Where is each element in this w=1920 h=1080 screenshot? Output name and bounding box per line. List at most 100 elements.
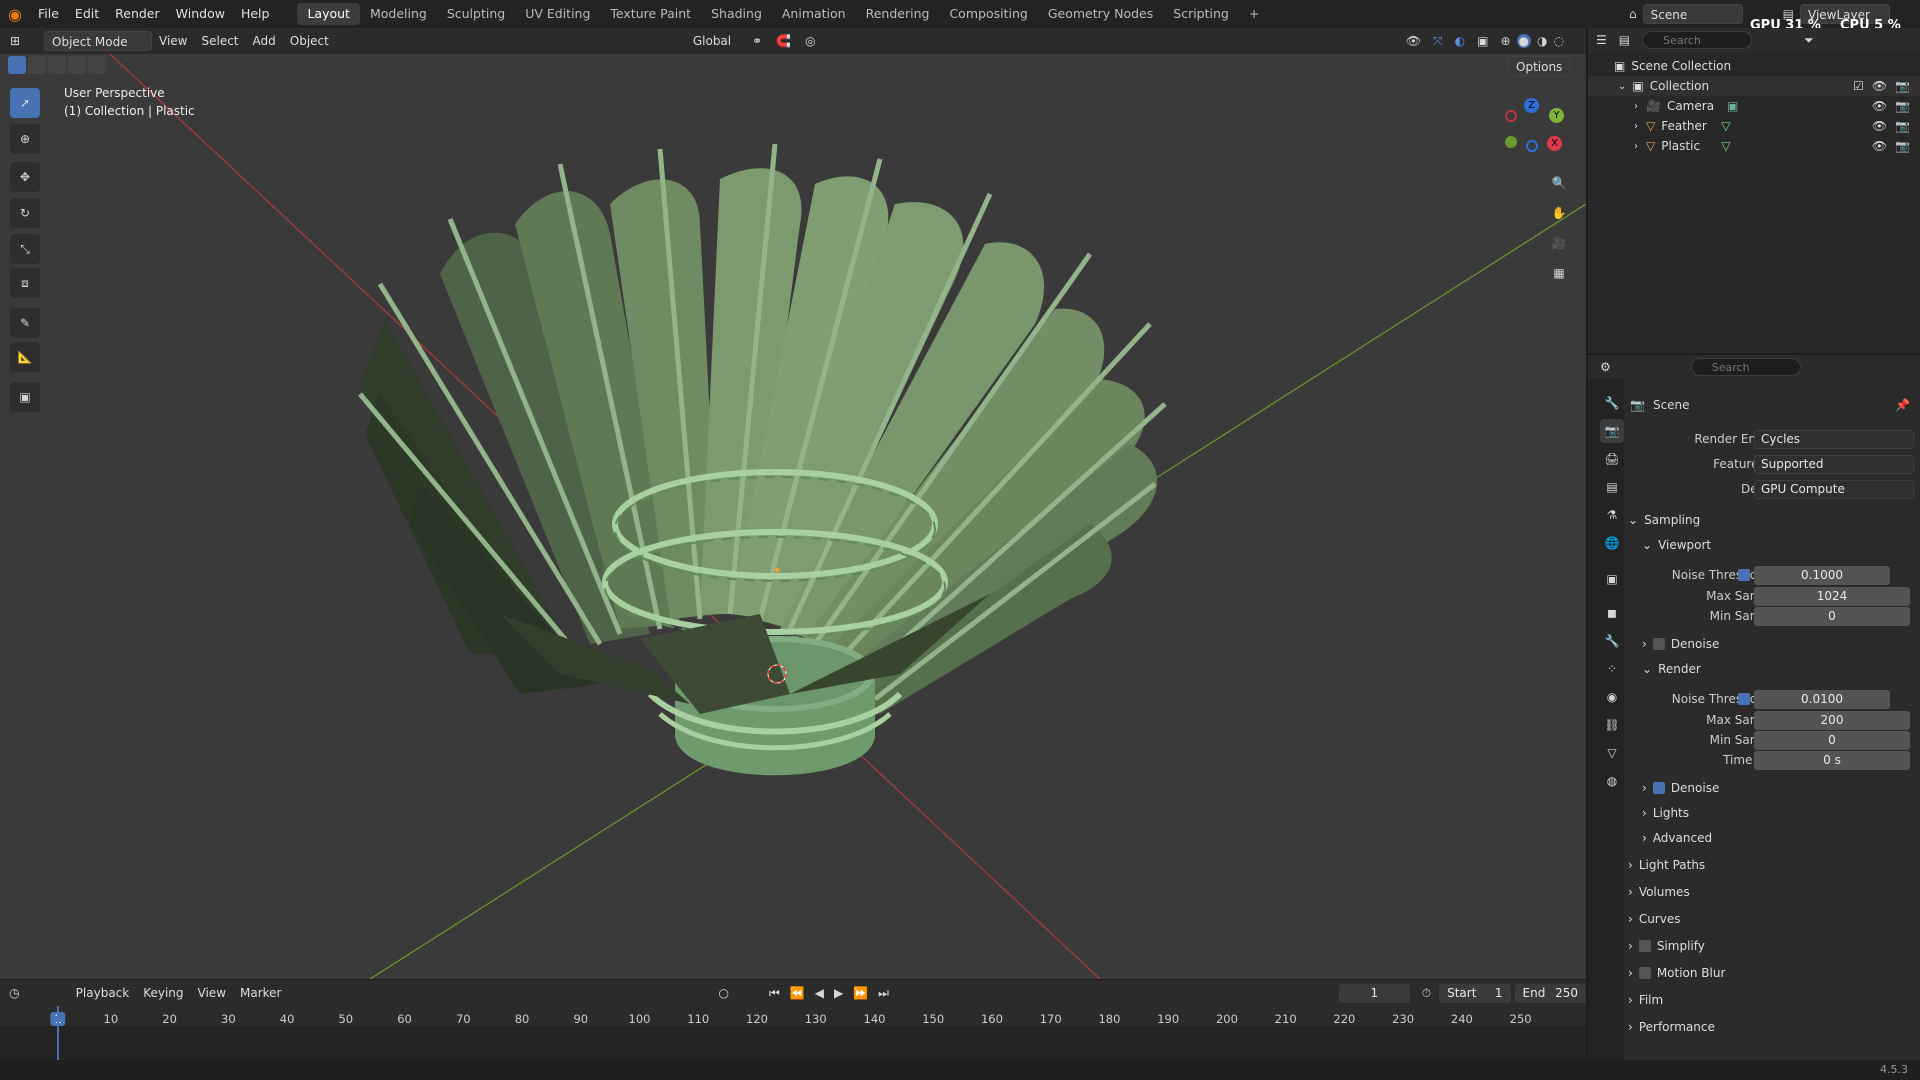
r-min-samples-field[interactable]: 0 (1754, 730, 1910, 750)
add-cube-tool[interactable]: ▣ (10, 382, 40, 412)
r-denoise-checkbox[interactable] (1652, 782, 1665, 794)
curves-panel-header[interactable]: › Curves (1628, 912, 1680, 926)
render-tab-icon[interactable]: 📷 (1600, 419, 1624, 443)
object-tab-icon[interactable]: ◼ (1600, 601, 1624, 625)
viewport-subpanel-header[interactable]: ⌄ Viewport (1642, 538, 1711, 552)
eye-icon[interactable]: 👁 (1872, 99, 1887, 113)
outliner-search-input[interactable] (1642, 31, 1753, 49)
tab-shading[interactable]: Shading (701, 3, 772, 25)
navigation-gizmo[interactable]: Z Y X (1495, 94, 1575, 174)
tab-uv-editing[interactable]: UV Editing (515, 3, 600, 25)
tab-layout[interactable]: Layout (297, 3, 360, 25)
marker-menu[interactable]: Marker (233, 983, 288, 1003)
select-invert-icon[interactable] (68, 56, 86, 74)
motion-blur-panel-header[interactable]: › Motion Blur (1628, 966, 1725, 980)
simplify-panel-header[interactable]: › Simplify (1628, 939, 1705, 953)
stopwatch-icon[interactable]: ⏱ (1422, 986, 1431, 1001)
sampling-panel-header[interactable]: ⌄ Sampling (1628, 513, 1700, 527)
filter-icon[interactable]: ⏷ (1804, 33, 1814, 48)
scene-selector[interactable]: Scene (1642, 4, 1743, 24)
measure-tool[interactable]: 📐 (10, 342, 40, 372)
menu-add[interactable]: Add (246, 31, 283, 51)
tab-animation[interactable]: Animation (772, 3, 856, 25)
display-mode-icon[interactable]: ▤ (1619, 33, 1630, 47)
menu-select[interactable]: Select (194, 31, 245, 51)
modifier-tab-icon[interactable]: 🔧 (1600, 629, 1624, 653)
editor-type-icon[interactable]: ⊞ (0, 34, 30, 48)
rotate-tool[interactable]: ↻ (10, 198, 40, 228)
scene-collection-row[interactable]: ▣ Scene Collection (1588, 56, 1920, 76)
select-intersect-icon[interactable] (88, 56, 106, 74)
physics-tab-icon[interactable]: ◉ (1600, 685, 1624, 709)
menu-window[interactable]: Window (168, 0, 233, 28)
properties-editor-icon[interactable]: ⚙ (1600, 360, 1611, 374)
select-box-tool[interactable]: ➚ (10, 88, 40, 118)
timeline-editor-icon[interactable]: ◷ (0, 986, 29, 1000)
vp-noise-checkbox[interactable] (1738, 569, 1750, 581)
chevron-right-icon[interactable]: › (1634, 141, 1638, 152)
gizmo-neg-x[interactable] (1505, 110, 1517, 122)
r-noise-field[interactable]: 0.0100 (1754, 689, 1890, 709)
tab-scripting[interactable]: Scripting (1163, 3, 1239, 25)
r-noise-checkbox[interactable] (1738, 693, 1750, 705)
timeline-ruler[interactable]: 1102030405060708090100110120130140150160… (0, 1006, 1586, 1026)
chevron-down-icon[interactable]: ⌄ (1618, 81, 1626, 92)
mode-selector[interactable]: Object Mode (44, 31, 152, 51)
solid-shading-icon[interactable]: ● (1516, 34, 1532, 48)
start-frame-field[interactable]: Start 1 (1439, 983, 1511, 1003)
jump-end-icon[interactable]: ⏭ (878, 986, 889, 1001)
pivot-icon[interactable]: ⚭ (752, 34, 762, 48)
proportional-edit-icon[interactable]: ◎ (805, 34, 815, 48)
pin-icon[interactable]: 📌 (1895, 398, 1910, 412)
gizmo-neg-z[interactable] (1526, 140, 1538, 152)
collection-row[interactable]: ⌄ ▣ Collection ☑ 👁 📷 (1588, 76, 1920, 96)
tool-tab-icon[interactable]: 🔧 (1600, 391, 1624, 415)
eye-icon[interactable]: 👁 (1872, 119, 1887, 133)
menu-render[interactable]: Render (107, 0, 168, 28)
film-panel-header[interactable]: › Film (1628, 993, 1663, 1007)
zoom-icon[interactable]: 🔍 (1546, 170, 1572, 196)
xray-icon[interactable]: ▣ (1477, 34, 1488, 48)
vp-denoise-checkbox[interactable] (1652, 638, 1665, 650)
output-tab-icon[interactable]: 🖨 (1600, 447, 1624, 471)
auto-key-icon[interactable]: ○ (719, 986, 729, 1000)
move-tool[interactable]: ✥ (10, 162, 40, 192)
chevron-right-icon[interactable]: › (1634, 121, 1638, 132)
r-max-samples-field[interactable]: 200 (1754, 710, 1910, 730)
snap-icon[interactable]: 🧲 (776, 34, 791, 48)
jump-key-forward-icon[interactable]: ⏩ (853, 986, 868, 1000)
3d-viewport[interactable]: ➚ ⊕ ✥ ↻ ⤡ ⧈ ✎ 📐 ▣ User Perspective (1) C… (0, 54, 1586, 979)
render-engine-select[interactable]: Cycles (1754, 429, 1914, 449)
gizmo-z[interactable]: Z (1524, 98, 1539, 113)
rendered-shading-icon[interactable]: ◌ (1554, 34, 1564, 48)
tab-modeling[interactable]: Modeling (360, 3, 437, 25)
current-frame-field[interactable]: 1 (1338, 983, 1410, 1003)
gizmo-y[interactable]: Y (1549, 108, 1564, 123)
annotate-tool[interactable]: ✎ (10, 308, 40, 338)
menu-help[interactable]: Help (233, 0, 278, 28)
scale-tool[interactable]: ⤡ (10, 234, 40, 264)
select-new-icon[interactable] (8, 56, 26, 74)
tab-sculpting[interactable]: Sculpting (437, 3, 515, 25)
jump-start-icon[interactable]: ⏮ (769, 986, 780, 1001)
performance-panel-header[interactable]: › Performance (1628, 1020, 1715, 1034)
device-select[interactable]: GPU Compute (1754, 479, 1914, 499)
menu-file[interactable]: File (30, 0, 67, 28)
keying-menu[interactable]: Keying (136, 983, 190, 1003)
eye-icon[interactable]: 👁 (1872, 139, 1887, 153)
gizmo-neg-y[interactable] (1505, 136, 1517, 148)
constraints-tab-icon[interactable]: ⛓ (1600, 713, 1624, 737)
play-reverse-icon[interactable]: ◀ (815, 986, 824, 1000)
lights-subpanel-header[interactable]: › Lights (1642, 806, 1689, 820)
menu-object[interactable]: Object (283, 31, 336, 51)
pan-hand-icon[interactable]: ✋ (1546, 200, 1572, 226)
simplify-checkbox[interactable] (1638, 940, 1651, 952)
data-tab-icon[interactable]: ▽ (1600, 741, 1624, 765)
vp-min-samples-field[interactable]: 0 (1754, 606, 1910, 626)
gizmo-icon[interactable]: ⤧ (1433, 34, 1443, 49)
options-button[interactable]: Options (1508, 56, 1571, 76)
select-subtract-icon[interactable] (48, 56, 66, 74)
eye-icon[interactable]: 👁 (1872, 79, 1887, 93)
tab-texture-paint[interactable]: Texture Paint (600, 3, 701, 25)
end-frame-field[interactable]: End 250 (1514, 983, 1586, 1003)
